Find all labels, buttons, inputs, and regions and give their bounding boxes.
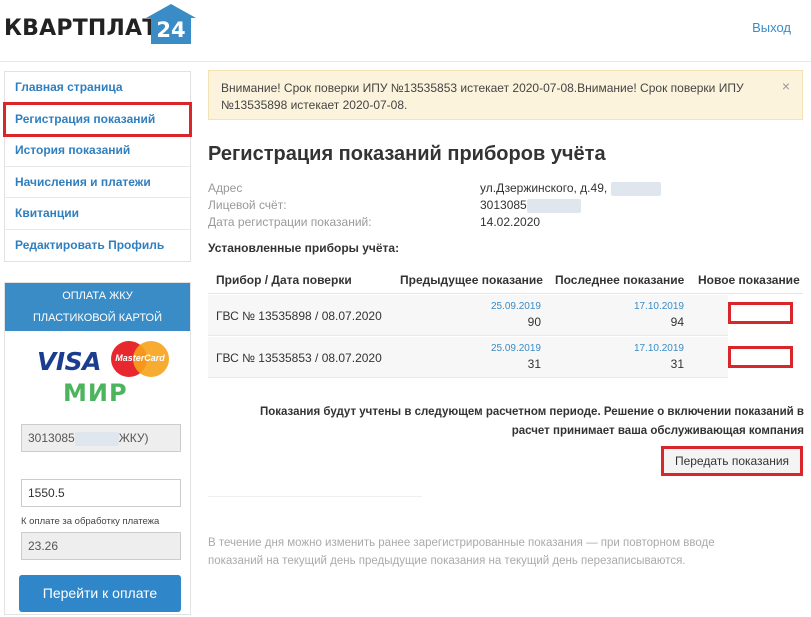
- redacted-block: [526, 198, 581, 213]
- logout-link[interactable]: Выход: [752, 20, 791, 35]
- new-reading-input[interactable]: [728, 346, 793, 368]
- alert-text: Внимание! Срок поверки ИПУ №13535853 ист…: [221, 81, 744, 112]
- table-header: Прибор / Дата поверки Предыдущее показан…: [208, 270, 803, 294]
- last-value: 94: [670, 315, 684, 329]
- footnote-line2: показаний на текущий день предыдущие пок…: [208, 555, 686, 567]
- close-icon[interactable]: ×: [782, 78, 790, 95]
- readings-note: Показания будут учтены в следующем расче…: [222, 403, 804, 441]
- col-device: Прибор / Дата поверки: [216, 273, 352, 287]
- mir-logo-icon: МИР: [63, 379, 128, 407]
- note-line1: Показания будут учтены в следующем расче…: [259, 406, 804, 418]
- footnote-line1: В течение дня можно изменить ранее зарег…: [208, 537, 715, 549]
- verification-alert: Внимание! Срок поверки ИПУ №13535853 ист…: [208, 70, 803, 120]
- divider: [208, 496, 422, 497]
- installed-devices-label: Установленные приборы учёта:: [208, 241, 400, 255]
- new-reading-input[interactable]: [728, 302, 793, 324]
- registration-date-label: Дата регистрации показаний:: [208, 215, 372, 229]
- nav-item-receipts[interactable]: Квитанции: [5, 198, 190, 230]
- col-previous: Предыдущее показание: [400, 273, 543, 287]
- prev-value: 31: [527, 357, 541, 371]
- mastercard-logo-icon: MasterCard: [111, 341, 169, 377]
- logo-text: КВАРТПЛАТА: [4, 16, 175, 41]
- table-row: ГВС № 13535853 / 08.07.2020 25.09.2019 3…: [208, 337, 803, 378]
- footnote: В течение дня можно изменить ранее зарег…: [208, 534, 768, 570]
- logo-roof-icon: [146, 4, 196, 18]
- go-to-payment-button[interactable]: Перейти к оплате: [19, 575, 181, 612]
- logo-number: 24: [151, 17, 191, 44]
- account-field: 3013085 ЖКУ): [21, 424, 181, 452]
- last-value: 31: [670, 357, 684, 371]
- nav-item-edit-profile[interactable]: Редактировать Профиль: [5, 230, 190, 262]
- last-date[interactable]: 17.10.2019: [634, 343, 684, 354]
- payment-header-line2: пластиковой картой: [32, 312, 163, 324]
- last-date[interactable]: 17.10.2019: [634, 301, 684, 312]
- address-value: ул.Дзержинского, д.49,: [480, 181, 661, 196]
- payment-header: Оплата ЖКУ пластиковой картой: [5, 283, 190, 331]
- prev-date[interactable]: 25.09.2019: [491, 301, 541, 312]
- sidebar-nav: Главная страница Регистрация показаний И…: [3, 71, 192, 262]
- note-line2: расчет принимает ваша обслуживающая комп…: [511, 425, 804, 437]
- fee-field: 23.26: [21, 532, 181, 560]
- nav-item-home[interactable]: Главная страница: [5, 72, 190, 104]
- page-title: Регистрация показаний приборов учёта: [208, 143, 606, 165]
- address-label: Адрес: [208, 181, 243, 195]
- header-divider: [0, 61, 811, 62]
- redacted-block: [610, 181, 661, 196]
- account-label: Лицевой счёт:: [208, 198, 287, 212]
- prev-value: 90: [527, 315, 541, 329]
- nav-item-register-readings[interactable]: Регистрация показаний: [3, 101, 192, 137]
- table-row: ГВС № 13535898 / 08.07.2020 25.09.2019 9…: [208, 295, 803, 336]
- payment-header-line1: Оплата ЖКУ: [62, 290, 133, 302]
- visa-logo-icon: VISA: [37, 347, 102, 376]
- account-suffix: ЖКУ): [118, 431, 149, 445]
- account-prefix: 3013085: [28, 431, 75, 445]
- header: КВАРТПЛАТА 24 Выход: [0, 0, 811, 62]
- col-last: Последнее показание: [555, 273, 685, 287]
- redacted-block: [74, 431, 119, 446]
- payment-panel: Оплата ЖКУ пластиковой картой VISA Maste…: [4, 282, 191, 615]
- nav-item-readings-history[interactable]: История показаний: [5, 135, 190, 167]
- col-new: Новое показание: [698, 273, 800, 287]
- registration-date-value: 14.02.2020: [480, 215, 541, 229]
- amount-input[interactable]: 1550.5: [21, 479, 181, 507]
- nav-item-charges-payments[interactable]: Начисления и платежи: [5, 167, 190, 198]
- device-name: ГВС № 13535898 / 08.07.2020: [216, 309, 382, 323]
- account-value: 3013085: [480, 198, 581, 213]
- prev-date[interactable]: 25.09.2019: [491, 343, 541, 354]
- fee-label: К оплате за обработку платежа: [21, 516, 160, 527]
- card-logos: VISA MasterCard МИР: [5, 331, 190, 411]
- submit-readings-button[interactable]: Передать показания: [661, 446, 803, 476]
- device-name: ГВС № 13535853 / 08.07.2020: [216, 351, 382, 365]
